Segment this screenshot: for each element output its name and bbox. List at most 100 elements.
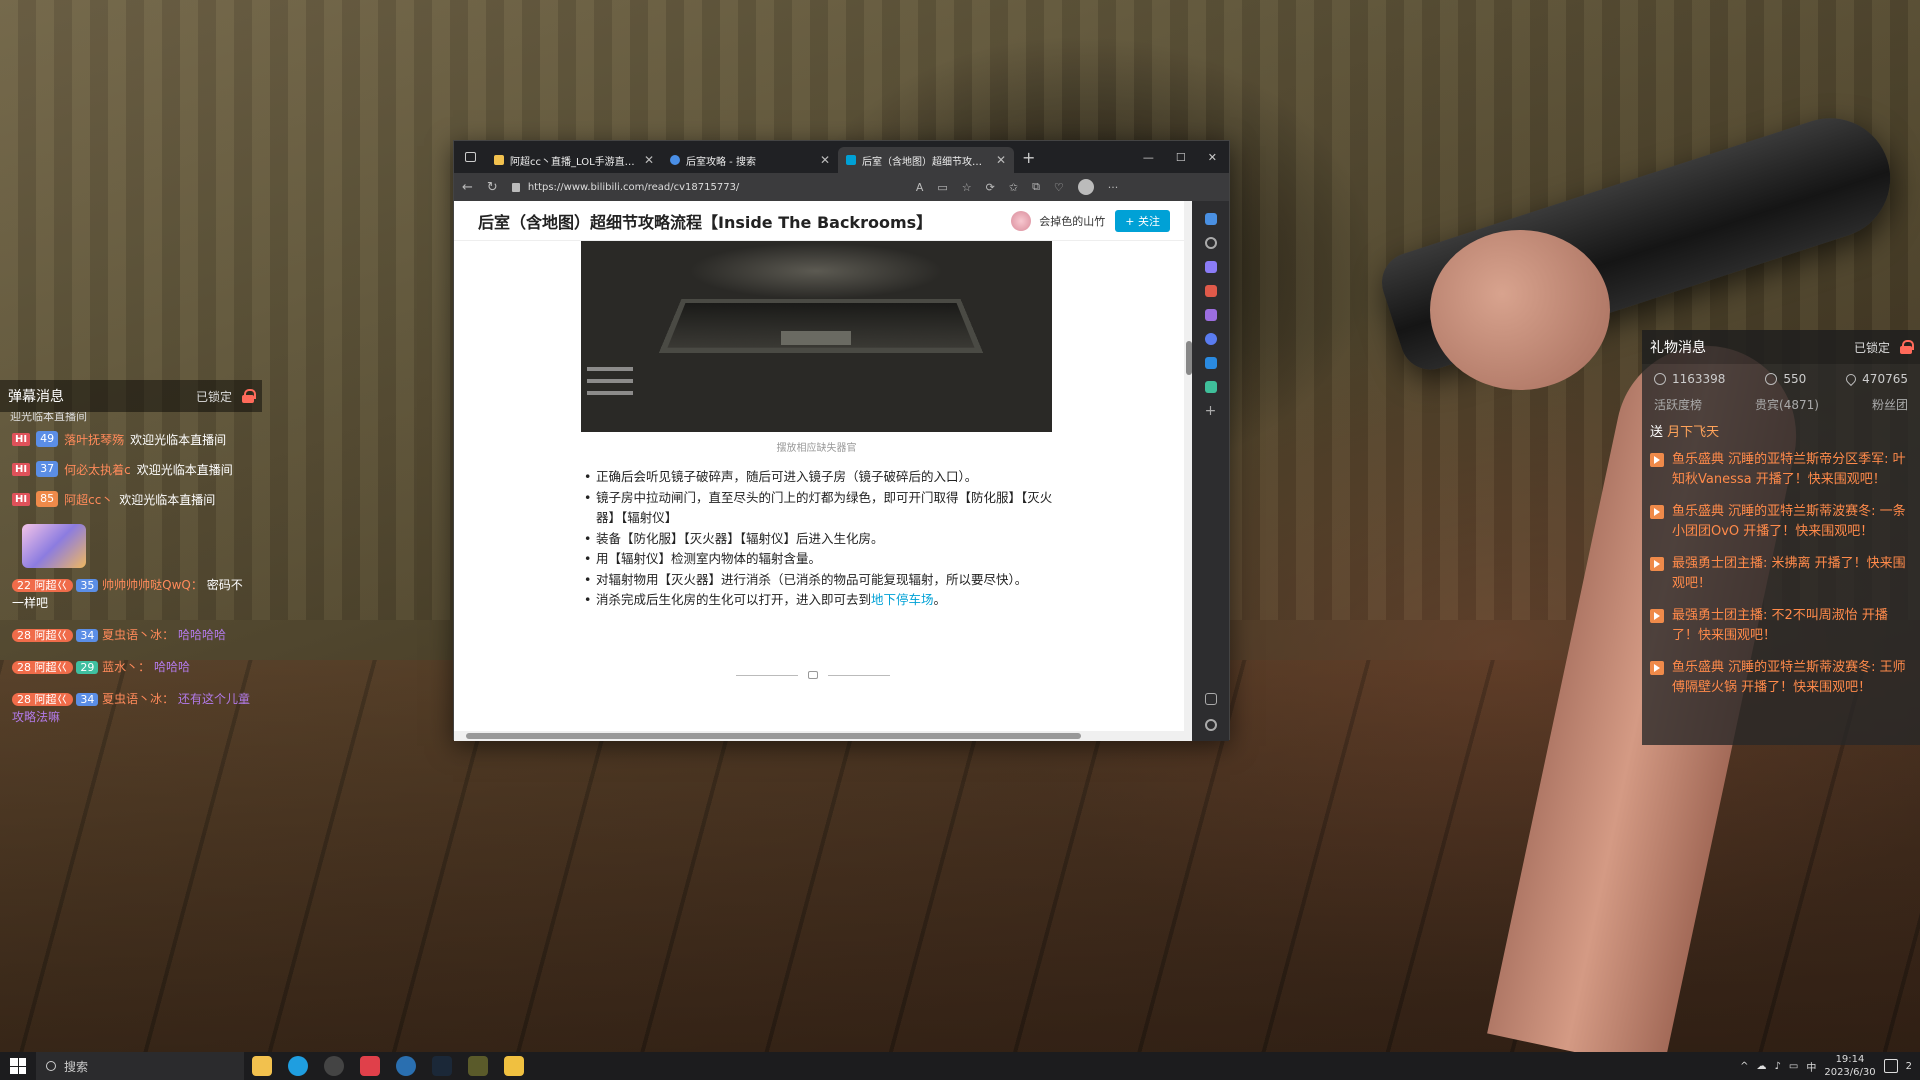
divider-line — [736, 674, 798, 676]
screen-icon[interactable] — [1204, 693, 1217, 705]
office-icon[interactable] — [1204, 333, 1217, 345]
windows-start-icon[interactable] — [10, 1058, 26, 1074]
tab-article[interactable]: 后室（含地图）超细节攻略流程 ✕ — [838, 147, 1014, 173]
close-icon[interactable]: ✕ — [820, 153, 830, 167]
url-field[interactable]: https://www.bilibili.com/read/cv18715773… — [511, 182, 902, 193]
fire-value: 1163398 — [1672, 372, 1726, 386]
username[interactable]: 蓝水丶： — [102, 660, 150, 674]
sync-icon[interactable]: ⟳ — [986, 181, 995, 194]
file-explorer-icon[interactable] — [252, 1056, 272, 1076]
tab-vip[interactable]: 贵宾(4871) — [1755, 396, 1819, 413]
netease-music-icon[interactable] — [360, 1056, 380, 1076]
send-icon[interactable] — [1204, 381, 1217, 393]
danmaku-cut-line: 迎光临本直播间 — [10, 412, 87, 423]
search-icon[interactable] — [1204, 237, 1217, 249]
fan-badge: 28 阿超巜 — [12, 629, 73, 642]
author-name[interactable]: 会掉色的山竹 — [1039, 213, 1105, 229]
close-icon[interactable]: ✕ — [644, 153, 654, 167]
tab-fans[interactable]: 粉丝团 — [1872, 396, 1908, 413]
close-window-icon[interactable]: ✕ — [1208, 151, 1217, 164]
gear-icon[interactable] — [1204, 719, 1217, 731]
collections-icon[interactable]: ⧉ — [1032, 180, 1040, 194]
list-item: 装备【防化服】【灭火器】【辐射仪】后进入生化房。 — [584, 529, 1064, 550]
tab-activity[interactable]: 活跃度榜 — [1654, 396, 1702, 413]
network-icon[interactable]: ☁ — [1757, 1061, 1767, 1072]
clock[interactable]: 19:14 2023/6/30 — [1824, 1053, 1875, 1079]
tab-search[interactable]: 后室攻略 - 搜索 ✕ — [662, 147, 838, 173]
new-tab-button[interactable]: + — [1014, 148, 1043, 167]
gift-name: 月下飞天 — [1667, 425, 1720, 440]
edge-icon[interactable] — [288, 1056, 308, 1076]
username[interactable]: 夏虫语丶冰： — [102, 628, 174, 642]
username[interactable]: 帅帅帅帅哒QwQ： — [102, 578, 203, 592]
scroll-thumb[interactable] — [466, 733, 1081, 739]
games-icon[interactable] — [1204, 309, 1217, 321]
health-icon[interactable]: ♡ — [1054, 181, 1064, 194]
ime-indicator[interactable]: 中 — [1806, 1059, 1816, 1074]
horizontal-scrollbar[interactable] — [454, 731, 1184, 741]
list-item: 28 阿超巜 34 夏虫语丶冰： 哈哈哈哈 — [0, 624, 262, 646]
likes-value: 470765 — [1862, 372, 1908, 386]
list-item: 对辐射物用【灭火器】进行消杀（已消杀的物品可能复现辐射，所以要尽快）。 — [584, 570, 1064, 591]
author-avatar[interactable] — [1011, 210, 1032, 231]
more-icon[interactable]: ··· — [1108, 181, 1119, 194]
username[interactable]: 阿超cc丶 — [64, 491, 113, 508]
lock-icon[interactable] — [242, 389, 256, 403]
tab-douyu[interactable]: 阿超cc丶直播_LOL手游直播_斗鱼 ✕ — [486, 147, 662, 173]
fan-level: 28 — [17, 629, 31, 642]
list-item: 22 阿超巜 35 帅帅帅帅哒QwQ： 密码不一样吧 — [0, 574, 262, 614]
list-item: 28 阿超巜 34 夏虫语丶冰： 还有这个儿童攻略法嘛 — [0, 688, 262, 728]
gift-panel: 礼物消息 已锁定 1163398 550 470765 活跃度榜 贵宾(4871… — [1642, 330, 1920, 745]
watermark-line — [587, 379, 633, 383]
danmaku-header: 弹幕消息 已锁定 — [0, 380, 262, 412]
hi-badge: HI — [12, 492, 31, 506]
outlook-icon[interactable] — [1204, 357, 1217, 369]
app-icon[interactable] — [396, 1056, 416, 1076]
gift-message[interactable]: 最强勇士团主播: 米拂离 开播了！快来围观吧！ — [1672, 554, 1912, 594]
step-text: 消杀完成后生化房的生化可以打开，进入即可去到 — [596, 592, 872, 607]
back-icon[interactable]: ← — [462, 180, 473, 195]
taskbar-search[interactable]: 搜索 — [36, 1052, 244, 1080]
close-icon[interactable]: ✕ — [996, 153, 1006, 167]
tab-title: 后室攻略 - 搜索 — [686, 156, 756, 168]
follow-button[interactable]: + 关注 — [1115, 209, 1170, 232]
maximize-icon[interactable]: ☐ — [1176, 151, 1186, 164]
stat-fire: 1163398 — [1654, 372, 1725, 386]
bell-icon[interactable] — [1204, 213, 1217, 225]
tab-actions-button[interactable] — [454, 152, 486, 162]
refresh-icon[interactable]: ↻ — [487, 180, 498, 195]
username[interactable]: 何必太执着c — [64, 461, 131, 478]
gift-message[interactable]: 鱼乐盛典 沉睡的亚特兰斯帝分区季军: 叶知秋Vanessa 开播了！快来围观吧！ — [1672, 450, 1912, 490]
heart-icon — [1844, 371, 1859, 387]
douyu-icon[interactable] — [504, 1056, 524, 1076]
address-bar: ← ↻ https://www.bilibili.com/read/cv1871… — [454, 173, 1229, 201]
profile-avatar[interactable] — [1077, 179, 1094, 195]
level-badge: 34 — [76, 629, 99, 642]
steam-icon[interactable] — [432, 1056, 452, 1076]
read-aloud-icon[interactable]: A — [916, 181, 924, 194]
danmaku-title: 弹幕消息 — [8, 389, 64, 405]
lock-icon[interactable] — [1900, 340, 1914, 354]
gift-title: 礼物消息 — [1650, 340, 1706, 356]
parking-link[interactable]: 地下停车场 — [871, 592, 934, 607]
gift-message[interactable]: 鱼乐盛典 沉睡的亚特兰斯蒂波赛冬: 王师傅隔壁火锅 开播了！快来围观吧！ — [1672, 658, 1912, 698]
tag-icon[interactable] — [1204, 261, 1217, 273]
level-badge: 29 — [76, 661, 99, 674]
reader-view-icon[interactable]: ▭ — [937, 181, 947, 194]
add-icon[interactable]: + — [1205, 404, 1217, 418]
gift-message[interactable]: 最强勇士团主播: 不2不叫周淑怡 开播了！快来围观吧！ — [1672, 606, 1912, 646]
volume-icon[interactable]: ♪ — [1775, 1061, 1781, 1072]
display-icon[interactable]: ▭ — [1789, 1061, 1798, 1072]
favorites-icon[interactable]: ✩ — [1009, 181, 1018, 194]
toolbox-icon[interactable] — [1204, 285, 1217, 297]
game-icon[interactable] — [468, 1056, 488, 1076]
obs-icon[interactable] — [324, 1056, 344, 1076]
minimize-icon[interactable]: — — [1143, 151, 1154, 164]
gift-message[interactable]: 鱼乐盛典 沉睡的亚特兰斯蒂波赛冬: 一条小团团OvO 开播了！快来围观吧！ — [1672, 502, 1912, 542]
username[interactable]: 夏虫语丶冰： — [102, 692, 174, 706]
notification-icon[interactable] — [1883, 1059, 1898, 1073]
favorite-star-icon[interactable]: ☆ — [962, 181, 972, 194]
chevron-up-icon[interactable]: ^ — [1740, 1061, 1748, 1072]
username[interactable]: 落叶抚琴殇 — [64, 431, 124, 448]
image-tray-label — [781, 331, 851, 345]
